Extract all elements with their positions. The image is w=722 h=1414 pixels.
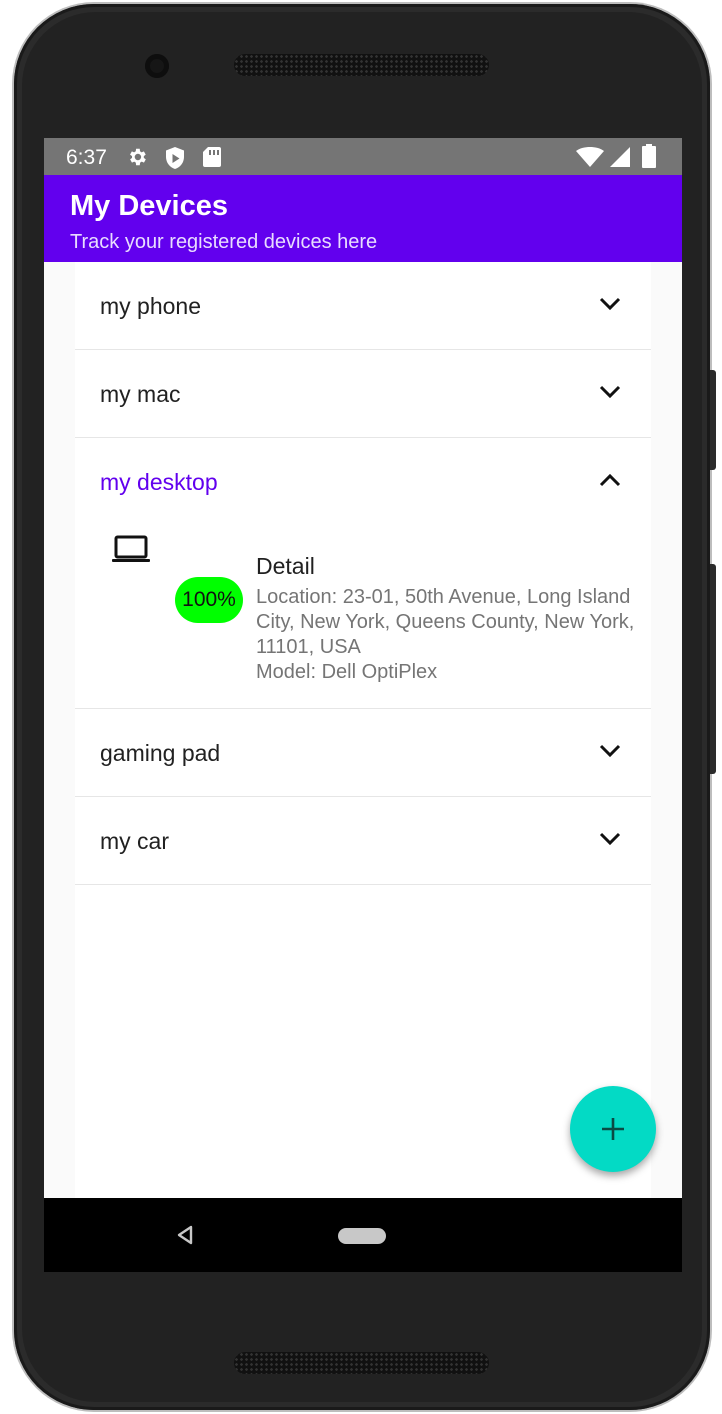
chevron-up-icon[interactable] — [599, 472, 621, 488]
device-list: my phone my mac my desktop 100% Detail L… — [75, 262, 651, 1198]
add-device-button[interactable] — [570, 1086, 656, 1172]
device-header-my-car[interactable]: my car — [75, 797, 651, 884]
gear-icon — [126, 146, 148, 173]
device-label: my car — [100, 828, 169, 854]
device-detail: 100% Detail Location: 23-01, 50th Avenue… — [75, 525, 651, 708]
top-speaker — [234, 54, 489, 76]
detail-title: Detail — [256, 553, 315, 579]
back-icon[interactable] — [176, 1225, 194, 1245]
device-header-my-phone[interactable]: my phone — [75, 262, 651, 349]
device-header-my-desktop[interactable]: my desktop — [75, 438, 651, 525]
chevron-down-icon[interactable] — [599, 296, 621, 312]
list-item: my phone — [75, 262, 651, 350]
camera — [145, 54, 169, 78]
chevron-down-icon[interactable] — [599, 831, 621, 847]
page-subtitle: Track your registered devices here — [70, 231, 378, 253]
sd-card-icon — [202, 146, 222, 173]
chevron-down-icon[interactable] — [599, 743, 621, 759]
detail-model: Model: Dell OptiPlex — [256, 661, 438, 683]
status-bar: 6:37 — [44, 138, 682, 175]
list-item: my car — [75, 797, 651, 885]
device-header-gaming-pad[interactable]: gaming pad — [75, 709, 651, 796]
signal-icon — [610, 147, 630, 172]
shield-icon — [164, 146, 186, 175]
wifi-icon — [576, 147, 604, 172]
screen: 6:37 My Devices Track your registered de… — [44, 138, 682, 1272]
laptop-icon — [111, 533, 151, 570]
battery-icon — [642, 144, 656, 173]
detail-text: Location: 23-01, 50th Avenue, Long Islan… — [256, 585, 636, 685]
device-label: gaming pad — [100, 740, 221, 766]
device-label: my phone — [100, 293, 202, 319]
status-time: 6:37 — [66, 146, 107, 169]
detail-location: Location: 23-01, 50th Avenue, Long Islan… — [256, 586, 635, 658]
list-item: my mac — [75, 350, 651, 438]
home-button[interactable] — [338, 1228, 386, 1244]
app-bar: My Devices Track your registered devices… — [44, 175, 682, 262]
chevron-down-icon[interactable] — [599, 384, 621, 400]
plus-icon — [602, 1118, 624, 1140]
volume-button — [710, 564, 716, 774]
bottom-speaker — [234, 1352, 489, 1374]
device-label: my mac — [100, 381, 181, 407]
power-button — [710, 370, 716, 470]
device-label: my desktop — [100, 469, 218, 495]
device-header-my-mac[interactable]: my mac — [75, 350, 651, 437]
page-title: My Devices — [70, 190, 228, 222]
list-item: my desktop 100% Detail Location: 23-01, … — [75, 438, 651, 709]
list-item: gaming pad — [75, 709, 651, 797]
battery-badge: 100% — [175, 577, 243, 623]
nav-bar — [44, 1198, 682, 1272]
